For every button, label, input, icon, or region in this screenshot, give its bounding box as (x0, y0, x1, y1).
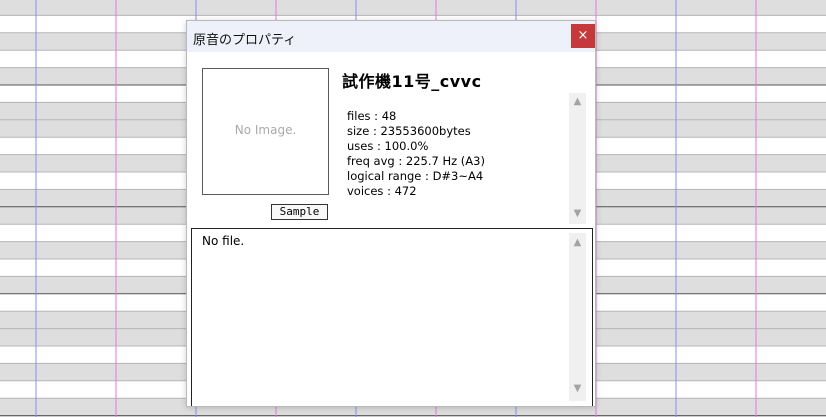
scroll-up-icon[interactable]: ▲ (569, 237, 586, 248)
info-size: size : 23553600bytes (347, 124, 471, 138)
no-image-label: No Image. (234, 123, 297, 137)
info-voices: voices : 472 (347, 184, 417, 198)
readme-scrollbar[interactable]: ▲ ▼ (569, 233, 586, 401)
close-icon: × (577, 28, 589, 43)
info-uses: uses : 100.0% (347, 139, 429, 153)
roll-row (0, 0, 826, 16)
scroll-down-icon[interactable]: ▼ (569, 383, 586, 394)
voicebank-info: files : 48 size : 23553600bytes uses : 1… (347, 109, 485, 199)
voicebank-name: 試作機11号_cvvc (342, 72, 482, 91)
info-scrollbar[interactable]: ▲ ▼ (569, 93, 586, 224)
scroll-down-icon[interactable]: ▼ (569, 208, 586, 219)
readme-text: No file. (202, 234, 245, 248)
info-files: files : 48 (347, 109, 397, 123)
dialog-titlebar[interactable]: 原音のプロパティ × (187, 21, 595, 52)
sample-button[interactable]: Sample (271, 204, 328, 220)
close-button[interactable]: × (571, 24, 595, 48)
readme-textarea[interactable]: No file. ▲ ▼ (191, 228, 593, 406)
info-freq-avg: freq avg : 225.7 Hz (A3) (347, 154, 485, 168)
scroll-up-icon[interactable]: ▲ (569, 96, 586, 107)
voicebank-properties-dialog: 原音のプロパティ × No Image. Sample 試作機11号_cvvc … (186, 20, 596, 407)
voicebank-image: No Image. (202, 68, 329, 195)
info-logical-range: logical range : D#3~A4 (347, 169, 484, 183)
dialog-title: 原音のプロパティ (193, 33, 297, 48)
